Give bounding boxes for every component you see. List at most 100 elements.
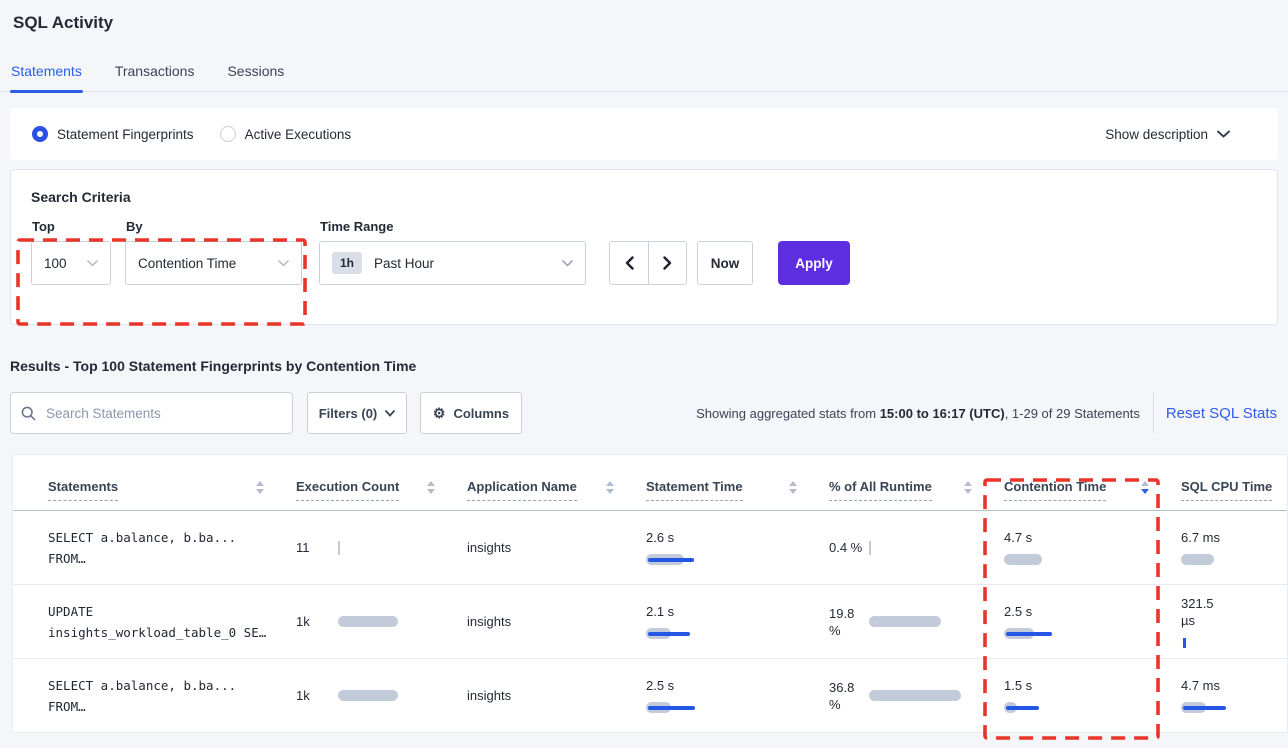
column-header-contention-time[interactable]: Contention Time bbox=[1004, 479, 1181, 510]
contention-time-cell: 4.7 s bbox=[1004, 529, 1181, 566]
sort-arrows-icon bbox=[789, 481, 797, 494]
cell-bar-chart bbox=[1004, 701, 1104, 714]
table-row: SELECT a.balance, b.ba...FROM…11insights… bbox=[13, 511, 1287, 585]
search-criteria-panel: Search Criteria Top 100 By Contention Ti… bbox=[10, 169, 1278, 325]
cell-bar-chart bbox=[1181, 636, 1281, 649]
show-description-toggle[interactable]: Show description bbox=[1105, 127, 1256, 142]
sql-cpu-time-cell: 6.7 ms bbox=[1181, 529, 1287, 566]
chevron-right-icon bbox=[663, 256, 672, 270]
cell-bar-chart bbox=[646, 553, 746, 566]
statement-time-cell: 2.6 s bbox=[646, 529, 829, 566]
top-select[interactable]: 100 bbox=[31, 241, 111, 285]
view-toggle-bar: Statement Fingerprints Active Executions… bbox=[10, 108, 1278, 160]
filters-button[interactable]: Filters (0) bbox=[307, 392, 407, 434]
cell-bar-chart bbox=[646, 701, 746, 714]
execution-count-cell: 11 bbox=[296, 539, 467, 556]
cell-bar-chart bbox=[1181, 701, 1281, 714]
column-header-sql-cpu-time[interactable]: SQL CPU Time bbox=[1181, 479, 1287, 510]
sort-arrows-icon bbox=[606, 481, 614, 494]
contention-time-cell: 2.5 s bbox=[1004, 603, 1181, 640]
sort-arrows-icon bbox=[256, 481, 264, 494]
sort-arrows-icon bbox=[427, 481, 435, 494]
tab-transactions[interactable]: Transactions bbox=[114, 54, 196, 91]
gear-icon: ⚙ bbox=[433, 406, 446, 420]
search-statements-box[interactable] bbox=[10, 392, 293, 434]
column-label: Contention Time bbox=[1004, 479, 1106, 501]
tab-sessions[interactable]: Sessions bbox=[226, 54, 285, 91]
sort-arrows-icon bbox=[1141, 481, 1149, 494]
column-header-statements[interactable]: Statements bbox=[13, 479, 296, 510]
pct-of-all-runtime-cell: 36.8% bbox=[829, 679, 1004, 713]
chevron-down-icon bbox=[562, 260, 573, 267]
statement-fingerprint-link[interactable]: SELECT a.balance, b.ba...FROM… bbox=[13, 528, 296, 568]
execution-count-cell: 1k bbox=[296, 613, 467, 630]
table-row: SELECT a.balance, b.ba...FROM…1kinsights… bbox=[13, 659, 1287, 732]
chevron-down-icon bbox=[87, 260, 98, 267]
radio-selected-icon bbox=[32, 126, 48, 142]
next-interval-button[interactable] bbox=[648, 241, 687, 285]
chevron-down-icon bbox=[385, 410, 395, 417]
time-step-buttons bbox=[609, 241, 687, 285]
application-name-cell: insights bbox=[467, 688, 646, 703]
statement-fingerprint-link[interactable]: UPDATEinsights_workload_table_0 SE… bbox=[13, 602, 296, 642]
page-title: SQL Activity bbox=[13, 13, 1288, 33]
divider bbox=[1153, 393, 1154, 433]
by-select[interactable]: Contention Time bbox=[125, 241, 302, 285]
column-label: Execution Count bbox=[296, 479, 399, 501]
cell-bar-chart bbox=[869, 541, 969, 554]
statement-fingerprint-link[interactable]: SELECT a.balance, b.ba...FROM… bbox=[13, 676, 296, 716]
reset-sql-stats-link[interactable]: Reset SQL Stats bbox=[1166, 405, 1278, 422]
cell-bar-chart bbox=[1004, 627, 1104, 640]
chevron-left-icon bbox=[625, 256, 634, 270]
cell-bar-chart bbox=[338, 615, 438, 628]
search-statements-input[interactable] bbox=[44, 405, 282, 422]
time-range-field: Time Range 1h Past Hour bbox=[319, 205, 586, 285]
previous-interval-button[interactable] bbox=[609, 241, 648, 285]
results-toolbar: Filters (0) ⚙ Columns Showing aggregated… bbox=[10, 392, 1278, 434]
columns-button[interactable]: ⚙ Columns bbox=[420, 392, 522, 434]
by-field: By Contention Time bbox=[125, 205, 302, 285]
chevron-down-icon bbox=[1217, 130, 1230, 138]
results-heading: Results - Top 100 Statement Fingerprints… bbox=[10, 358, 1278, 374]
radio-unselected-icon bbox=[220, 126, 236, 142]
pct-of-all-runtime-cell: 0.4 % bbox=[829, 539, 1004, 556]
application-name-cell: insights bbox=[467, 540, 646, 555]
column-label: SQL CPU Time bbox=[1181, 479, 1272, 501]
now-button[interactable]: Now bbox=[697, 241, 753, 285]
time-range-select[interactable]: 1h Past Hour bbox=[319, 241, 586, 285]
column-header-application-name[interactable]: Application Name bbox=[467, 479, 646, 510]
sort-arrows-icon bbox=[964, 481, 972, 494]
column-header-of-all-runtime[interactable]: % of All Runtime bbox=[829, 479, 1004, 510]
top-field: Top 100 bbox=[31, 205, 111, 285]
radio-statement-fingerprints[interactable]: Statement Fingerprints bbox=[32, 126, 194, 142]
search-criteria-heading: Search Criteria bbox=[31, 189, 1277, 205]
table-row: UPDATEinsights_workload_table_0 SE…1kins… bbox=[13, 585, 1287, 659]
column-label: Statements bbox=[48, 479, 118, 501]
tab-statements[interactable]: Statements bbox=[10, 54, 83, 91]
search-icon bbox=[21, 406, 36, 421]
cell-bar-chart bbox=[869, 615, 969, 628]
column-header-statement-time[interactable]: Statement Time bbox=[646, 479, 829, 510]
column-header-execution-count[interactable]: Execution Count bbox=[296, 479, 467, 510]
column-label: Application Name bbox=[467, 479, 577, 501]
contention-time-cell: 1.5 s bbox=[1004, 677, 1181, 714]
pct-of-all-runtime-cell: 19.8% bbox=[829, 605, 1004, 639]
cell-bar-chart bbox=[1181, 553, 1281, 566]
execution-count-cell: 1k bbox=[296, 687, 467, 704]
cell-bar-chart bbox=[869, 689, 969, 702]
sql-cpu-time-cell: 4.7 ms bbox=[1181, 677, 1287, 714]
time-range-badge: 1h bbox=[332, 252, 362, 274]
statement-time-cell: 2.1 s bbox=[646, 603, 829, 640]
apply-button[interactable]: Apply bbox=[778, 241, 850, 285]
sql-cpu-time-cell: 321.5µs bbox=[1181, 595, 1287, 649]
showing-stats-text: Showing aggregated stats from 15:00 to 1… bbox=[696, 406, 1140, 421]
cell-bar-chart bbox=[1004, 553, 1104, 566]
table-header-row: Statements Execution Count Application Nam… bbox=[13, 455, 1287, 511]
radio-active-executions[interactable]: Active Executions bbox=[220, 126, 352, 142]
column-label: Statement Time bbox=[646, 479, 743, 501]
tab-bar: Statements Transactions Sessions bbox=[0, 54, 1288, 92]
column-label: % of All Runtime bbox=[829, 479, 932, 501]
statement-time-cell: 2.5 s bbox=[646, 677, 829, 714]
cell-bar-chart bbox=[646, 627, 746, 640]
table-body: SELECT a.balance, b.ba...FROM…11insights… bbox=[13, 511, 1287, 732]
